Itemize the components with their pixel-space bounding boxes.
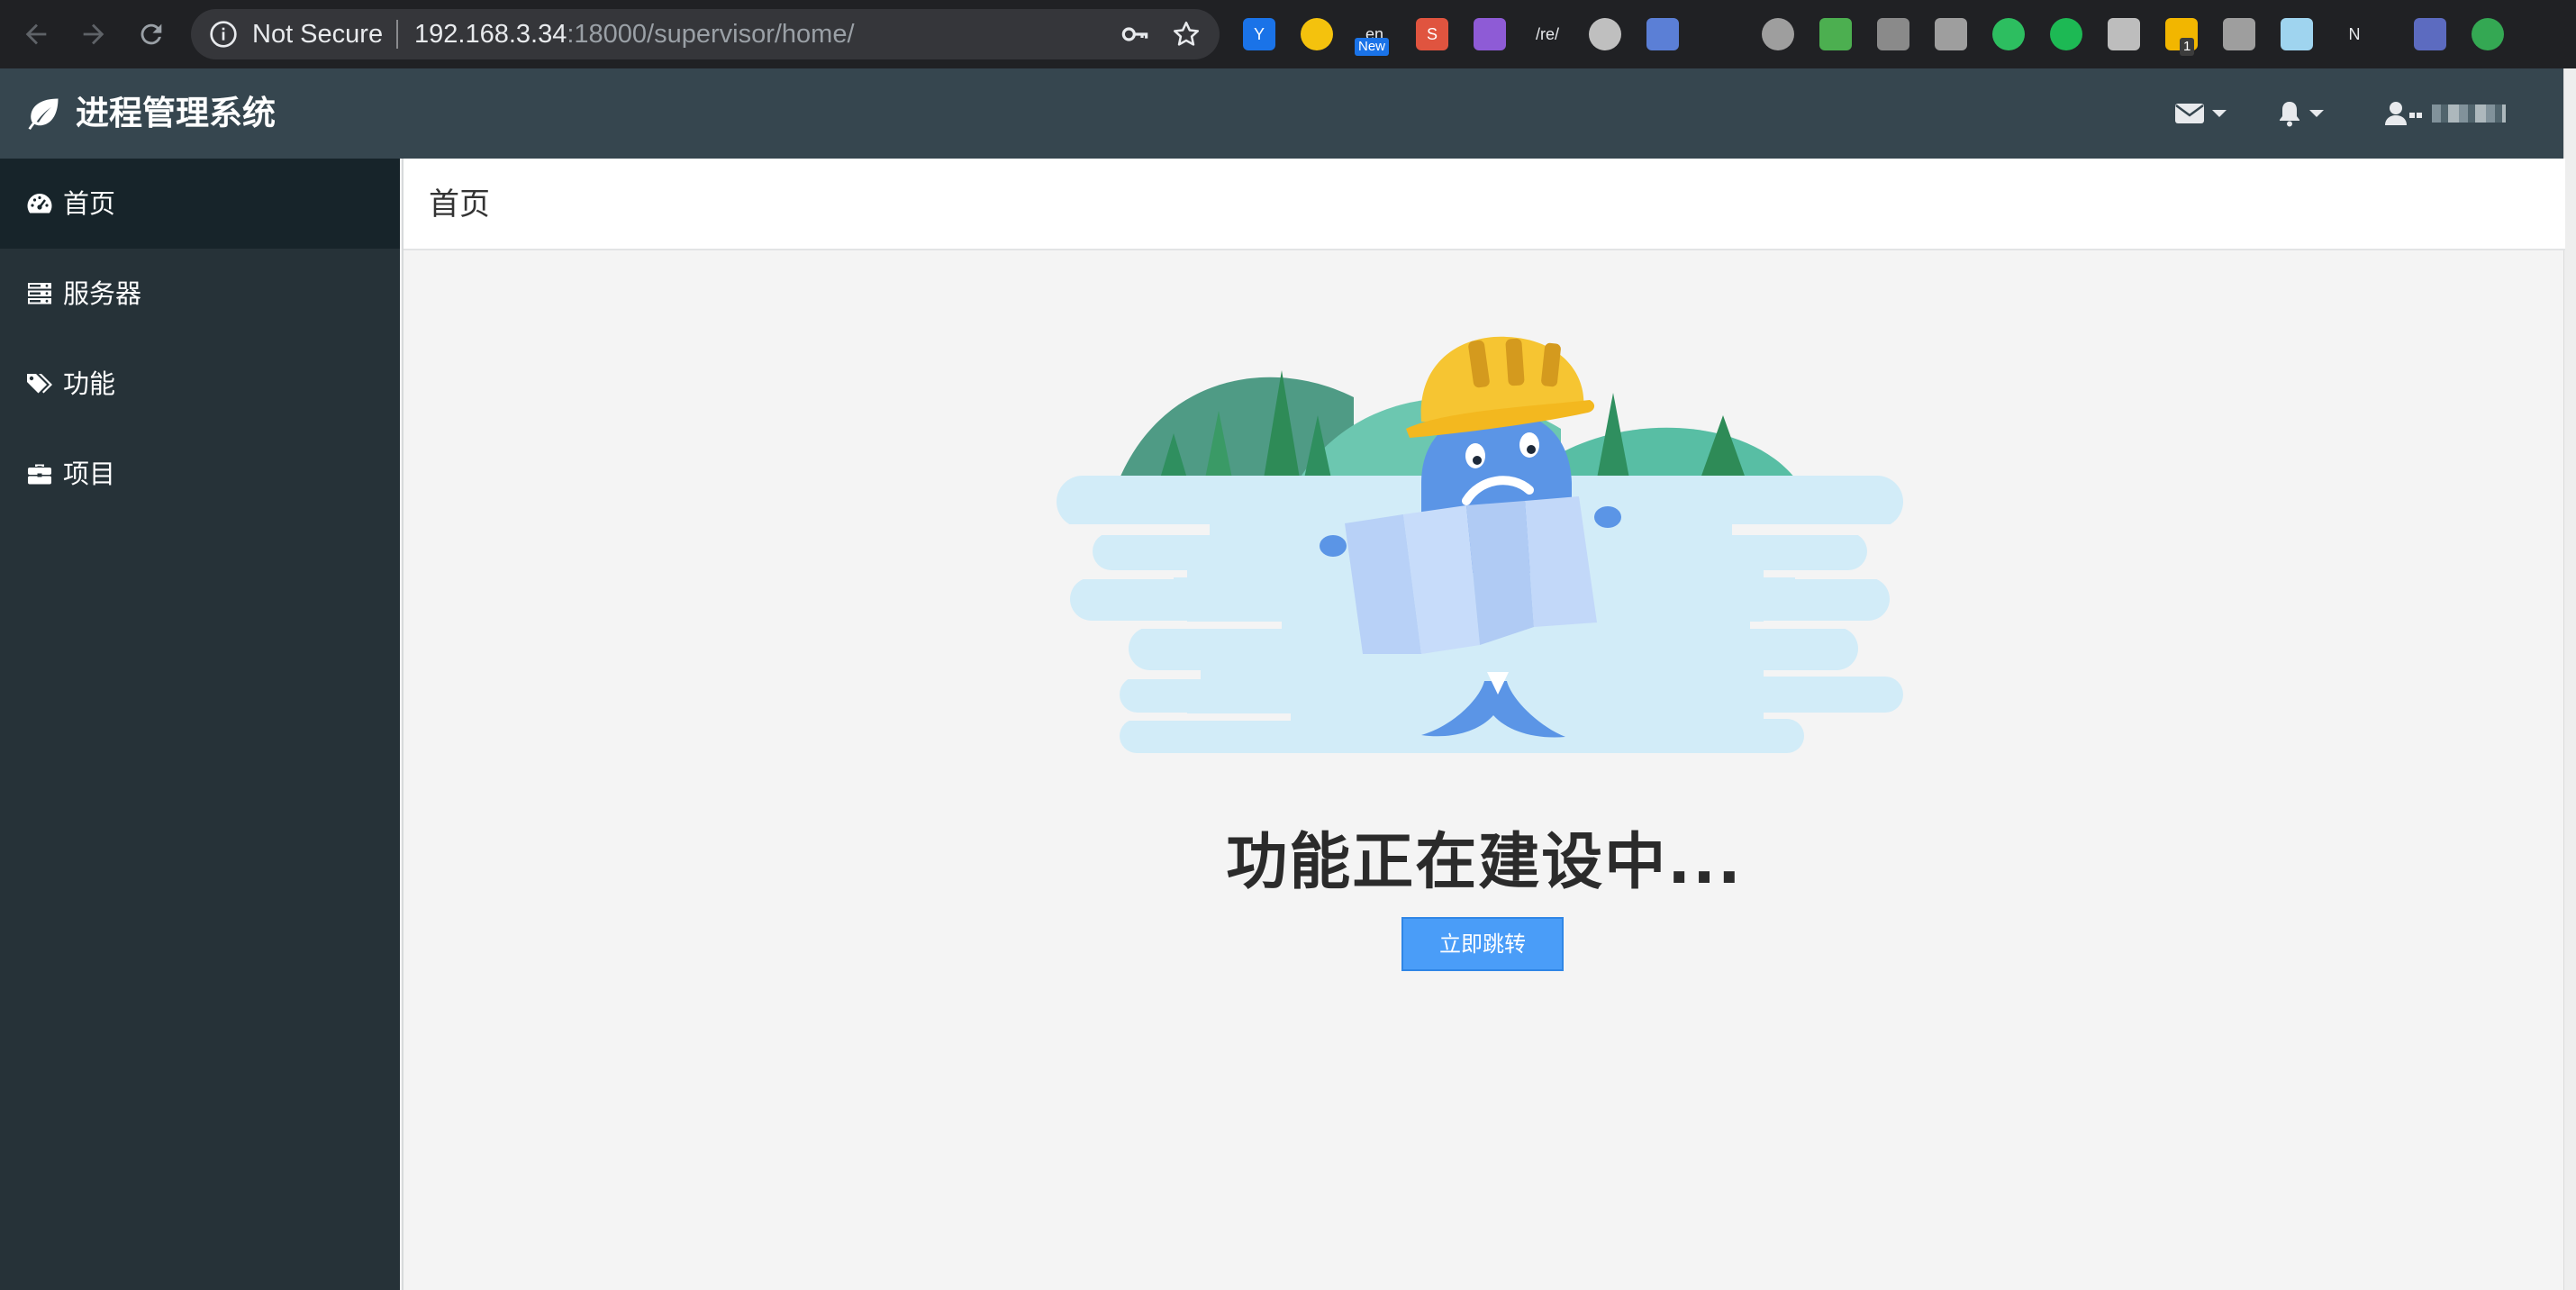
browser-toolbar: Not Secure 192.168.3.34:18000/supervisor… xyxy=(0,0,2576,68)
audio-extension-icon[interactable] xyxy=(2050,18,2082,50)
circle-extension-icon[interactable] xyxy=(1589,18,1621,50)
vue-extension-icon[interactable] xyxy=(1877,18,1909,50)
leaf-logo-icon xyxy=(28,98,59,130)
main-content: 首页 功能正在建设中... 立即跳转 xyxy=(402,159,2565,1290)
omnibox-divider xyxy=(396,20,398,49)
user-icon xyxy=(2385,102,2422,125)
sidebar-item-label: 首页 xyxy=(63,188,116,219)
reload-icon xyxy=(141,23,162,45)
forward-button[interactable] xyxy=(74,14,113,54)
ski-extension-icon[interactable] xyxy=(1704,18,1737,50)
app-title[interactable]: 进程管理系统 xyxy=(76,93,276,134)
back-arrow-icon xyxy=(25,23,47,45)
under-construction-illustration xyxy=(1057,336,1903,753)
smiley-extension-icon[interactable] xyxy=(1301,18,1333,50)
sidebar-item-servers[interactable]: 服务器 xyxy=(0,249,400,339)
chevron-down-icon xyxy=(2309,110,2324,117)
cloud-extension-icon[interactable] xyxy=(2281,18,2313,50)
profile-extension-icon[interactable] xyxy=(2414,18,2446,50)
sidebar-item-label: 服务器 xyxy=(63,278,142,309)
grid-extension-icon[interactable] xyxy=(1474,18,1506,50)
key-icon[interactable] xyxy=(1120,20,1149,49)
monitor-extension-icon[interactable] xyxy=(1935,18,1967,50)
tags-icon xyxy=(25,369,54,398)
ring-extension-icon[interactable] xyxy=(1762,18,1794,50)
sidebar: 首页 服务器 功能 项目 xyxy=(0,159,400,1290)
y-extension-icon[interactable]: Y xyxy=(1243,18,1275,50)
url-host: 192.168.3.34 xyxy=(414,20,567,49)
messages-dropdown[interactable] xyxy=(2174,98,2227,129)
forward-arrow-icon xyxy=(83,23,104,45)
user-dropdown[interactable] xyxy=(2385,98,2506,129)
address-bar[interactable]: Not Secure 192.168.3.34:18000/supervisor… xyxy=(191,9,1220,59)
envelope-icon xyxy=(2175,104,2204,123)
reload-button[interactable] xyxy=(132,14,171,54)
briefcase-icon xyxy=(25,459,54,488)
window-edge xyxy=(2563,68,2576,1290)
dashboard-icon xyxy=(25,189,54,218)
extension-badge: 1 xyxy=(2180,38,2195,56)
server-icon xyxy=(25,279,54,308)
bell-icon xyxy=(2280,102,2299,127)
app-header: 进程管理系统 xyxy=(0,68,2563,159)
evernote-extension-icon[interactable] xyxy=(1992,18,2025,50)
apps-extension-icon[interactable] xyxy=(1819,18,1852,50)
sidebar-item-projects[interactable]: 项目 xyxy=(0,429,400,519)
dots-extension-icon[interactable] xyxy=(2108,18,2140,50)
sidebar-item-features[interactable]: 功能 xyxy=(0,339,400,429)
page-header: 首页 xyxy=(404,159,2565,250)
sidebar-item-label: 项目 xyxy=(63,459,116,489)
extension-badge: New xyxy=(1355,38,1390,56)
notion-extension-icon[interactable]: N xyxy=(2338,18,2371,50)
s-extension-icon[interactable]: S xyxy=(1416,18,1448,50)
sidebar-item-home[interactable]: 首页 xyxy=(0,159,400,249)
back-button[interactable] xyxy=(16,14,56,54)
under-construction-heading: 功能正在建设中... xyxy=(1226,827,1743,898)
jump-now-button[interactable]: 立即跳转 xyxy=(1401,917,1564,971)
notifications-dropdown[interactable] xyxy=(2277,98,2324,129)
url-path: :18000/supervisor/home/ xyxy=(567,20,855,49)
regex-extension-icon[interactable]: /re/ xyxy=(1531,18,1564,50)
user-name-pixelated xyxy=(2432,104,2506,123)
sidebar-item-label: 功能 xyxy=(63,368,116,399)
update-extension-icon[interactable] xyxy=(2472,18,2504,50)
url-text[interactable]: 192.168.3.34:18000/supervisor/home/ xyxy=(414,20,855,49)
drive-extension-icon[interactable] xyxy=(2223,18,2255,50)
info-icon[interactable] xyxy=(209,20,238,49)
window-extension-icon[interactable] xyxy=(1646,18,1679,50)
chevron-down-icon xyxy=(2212,110,2227,117)
security-label[interactable]: Not Secure xyxy=(252,20,383,49)
bookmark-star-icon[interactable] xyxy=(1171,19,1202,50)
page-title: 首页 xyxy=(429,186,490,223)
